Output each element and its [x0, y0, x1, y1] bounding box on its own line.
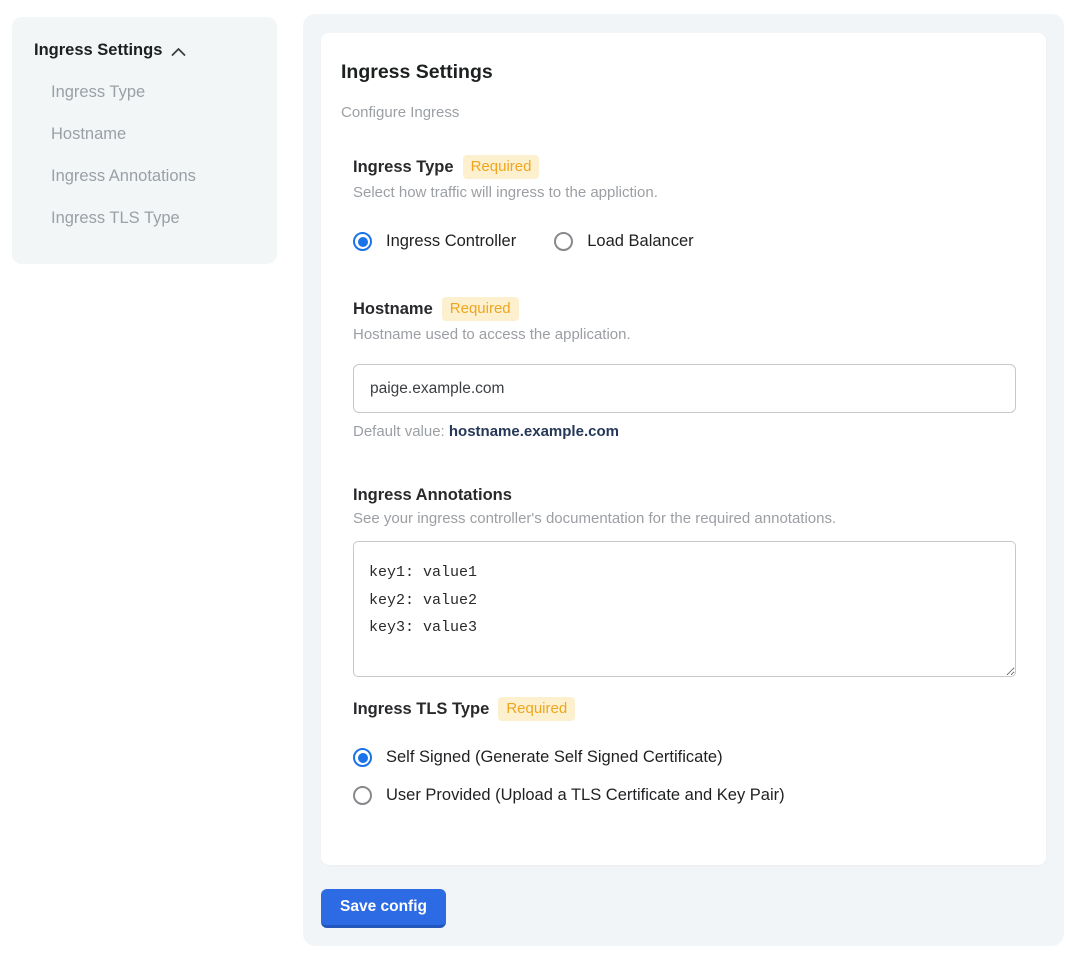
radio-option-user-provided[interactable]: User Provided (Upload a TLS Certificate …	[353, 786, 1016, 805]
hostname-default-prefix: Default value:	[353, 423, 449, 440]
required-badge: Required	[498, 697, 575, 721]
ingress-type-label: Ingress Type	[353, 157, 454, 177]
section-ingress-tls-type: Ingress TLS Type Required Self Signed (G…	[353, 697, 1016, 805]
hostname-help: Hostname used to access the application.	[353, 326, 1016, 344]
ingress-annotations-label: Ingress Annotations	[353, 485, 512, 505]
radio-label-user-provided: User Provided (Upload a TLS Certificate …	[386, 786, 785, 805]
page: Ingress Settings Ingress Type Hostname I…	[0, 0, 1090, 946]
required-badge: Required	[463, 155, 540, 179]
sidebar-item-ingress-type[interactable]: Ingress Type	[34, 82, 255, 102]
radio-option-load-balancer[interactable]: Load Balancer	[554, 232, 693, 251]
radio-load-balancer[interactable]	[554, 232, 573, 251]
settings-nav-header[interactable]: Ingress Settings	[34, 41, 255, 60]
radio-label-load-balancer: Load Balancer	[587, 232, 693, 251]
section-ingress-type: Ingress Type Required Select how traffic…	[353, 155, 1016, 251]
ingress-tls-type-label: Ingress TLS Type	[353, 699, 489, 719]
section-hostname: Hostname Required Hostname used to acces…	[353, 297, 1016, 440]
main-panel: Ingress Settings Configure Ingress Ingre…	[303, 14, 1064, 946]
ingress-tls-radio-group: Self Signed (Generate Self Signed Certif…	[353, 721, 1016, 805]
settings-nav-header-label: Ingress Settings	[34, 41, 162, 60]
ingress-type-radio-group: Ingress Controller Load Balancer	[353, 232, 1016, 251]
chevron-up-icon[interactable]	[171, 47, 186, 57]
radio-option-self-signed[interactable]: Self Signed (Generate Self Signed Certif…	[353, 748, 1016, 767]
hostname-default-value: hostname.example.com	[449, 423, 619, 440]
sidebar-item-hostname[interactable]: Hostname	[34, 124, 255, 144]
hostname-input[interactable]	[353, 364, 1016, 413]
radio-self-signed[interactable]	[353, 748, 372, 767]
required-badge: Required	[442, 297, 519, 321]
hostname-default-line: Default value: hostname.example.com	[353, 423, 1016, 440]
radio-ingress-controller[interactable]	[353, 232, 372, 251]
ingress-annotations-textarea[interactable]: key1: value1 key2: value2 key3: value3	[353, 541, 1016, 677]
sidebar-item-ingress-annotations[interactable]: Ingress Annotations	[34, 166, 255, 186]
radio-label-ingress-controller: Ingress Controller	[386, 232, 516, 251]
settings-nav: Ingress Settings Ingress Type Hostname I…	[12, 17, 277, 264]
radio-label-self-signed: Self Signed (Generate Self Signed Certif…	[386, 748, 723, 767]
section-ingress-annotations: Ingress Annotations See your ingress con…	[353, 485, 1016, 677]
ingress-annotations-help: See your ingress controller's documentat…	[353, 510, 1016, 528]
sidebar-item-ingress-tls-type[interactable]: Ingress TLS Type	[34, 208, 255, 228]
page-subtitle: Configure Ingress	[341, 104, 1015, 122]
radio-option-ingress-controller[interactable]: Ingress Controller	[353, 232, 516, 251]
save-config-button[interactable]: Save config	[321, 889, 446, 928]
ingress-form: Ingress Type Required Select how traffic…	[353, 155, 1016, 805]
page-title: Ingress Settings	[341, 61, 1015, 84]
radio-user-provided[interactable]	[353, 786, 372, 805]
ingress-settings-card: Ingress Settings Configure Ingress Ingre…	[321, 33, 1046, 865]
ingress-type-help: Select how traffic will ingress to the a…	[353, 184, 1016, 202]
hostname-label: Hostname	[353, 299, 433, 319]
